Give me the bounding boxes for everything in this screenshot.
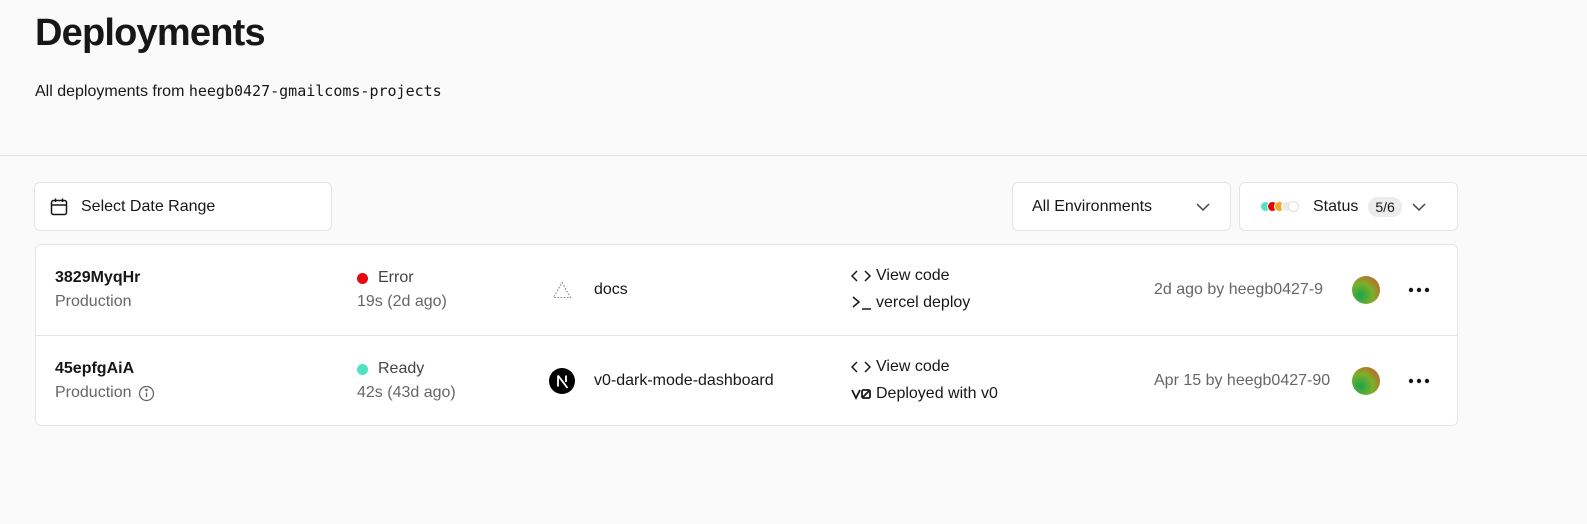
deploy-source: vercel deploy [851,294,970,312]
info-icon[interactable] [138,385,155,402]
deployment-environment: Production [55,384,155,402]
chevron-down-icon [1410,198,1428,216]
code-icon [851,360,873,374]
team-scope: heegb0427-gmailcoms-projects [188,82,442,100]
status-label: Ready [378,360,425,377]
date-range-button[interactable]: Select Date Range [34,182,332,231]
deployment-byline: Apr 15 by heegb0427-90 [1154,372,1331,389]
project-name[interactable]: v0-dark-mode-dashboard [594,372,774,390]
nextjs-icon [549,368,575,394]
deployment-status: Ready [357,360,424,378]
status-dot-ready [357,363,368,375]
deployment-environment: Production [55,293,132,311]
triangle-outline-icon [549,277,575,303]
ellipsis-icon [1408,287,1430,293]
page-header: Deployments All deployments from heegb04… [0,0,1587,156]
date-range-label: Select Date Range [81,197,216,215]
deployment-duration: 19s (2d ago) [357,293,447,310]
avatar[interactable] [1352,276,1380,304]
status-filter-label: Status [1313,197,1359,215]
page-subtitle: All deployments from heegb0427-gmailcoms… [35,82,442,101]
deploy-source-label: Deployed with v0 [876,385,998,402]
deployments-table: 3829MyqHr Production Error 19s (2d ago) … [35,244,1458,426]
deployment-row[interactable]: 3829MyqHr Production Error 19s (2d ago) … [36,245,1457,335]
status-label: Error [378,269,414,286]
deploy-source-label: vercel deploy [876,294,971,311]
status-count-badge: 5/6 [1368,196,1402,217]
view-code-link[interactable]: View code [851,267,950,285]
deployment-row[interactable]: 45epfgAiA Production Ready 42s (43d ago)… [36,335,1457,425]
project-name[interactable]: docs [594,281,628,299]
deployment-id[interactable]: 45epfgAiA [55,360,134,378]
environment-label: Production [55,293,132,310]
view-code-label: View code [876,358,950,375]
environment-select[interactable]: All Environments [1012,182,1231,231]
deployment-duration: 42s (43d ago) [357,384,456,401]
subtitle-prefix: All deployments from [35,83,185,100]
code-icon [851,269,873,283]
page-title: Deployments [35,12,266,54]
ellipsis-icon [1408,378,1430,384]
view-code-link[interactable]: View code [851,358,950,376]
deployment-byline: 2d ago by heegb0427-9 [1154,281,1324,298]
status-dot-error [357,272,368,284]
deploy-source: Deployed with v0 [851,385,998,403]
terminal-icon [851,295,873,311]
chevron-down-icon [1194,198,1212,216]
calendar-icon [49,197,69,217]
deployment-id[interactable]: 3829MyqHr [55,269,140,287]
status-dot-canceled [1288,201,1299,212]
deployment-status: Error [357,269,414,287]
avatar[interactable] [1352,367,1380,395]
more-options-button[interactable] [1406,369,1432,393]
view-code-label: View code [876,267,950,284]
environment-label: Production [55,384,132,401]
status-filter[interactable]: Status 5/6 [1239,182,1458,231]
status-dots-icon [1260,201,1304,213]
more-options-button[interactable] [1406,278,1432,302]
environment-select-label: All Environments [1032,197,1153,215]
v0-icon [851,387,873,401]
